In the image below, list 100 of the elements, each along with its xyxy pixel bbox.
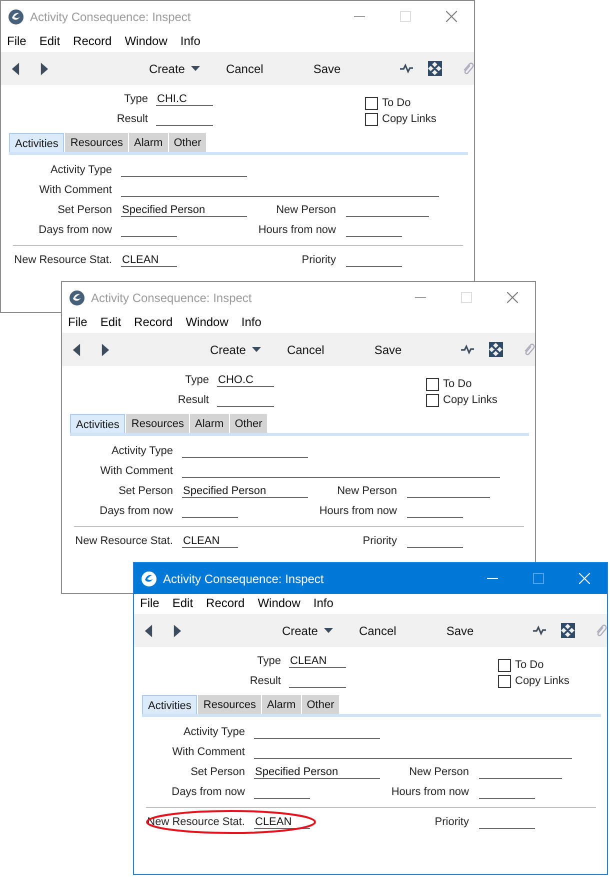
tab[interactable]: Alarm [190, 414, 229, 433]
tab[interactable]: Alarm [128, 133, 168, 152]
input-field[interactable]: Specified Person [121, 203, 247, 217]
checkbox[interactable] [426, 378, 439, 390]
checkbox[interactable] [498, 658, 511, 672]
checkbox-label: Copy Links [515, 675, 570, 687]
expand-icon[interactable] [428, 61, 442, 76]
checkbox[interactable] [426, 394, 439, 406]
checkbox-label: Copy Links [443, 394, 498, 406]
pulse-icon[interactable] [532, 623, 546, 638]
checkbox[interactable] [498, 674, 511, 688]
maximize-icon [532, 573, 544, 584]
field-label: With Comment [99, 465, 174, 477]
menu-item[interactable]: Edit [172, 596, 194, 612]
input-field[interactable]: CHI.C [156, 92, 213, 106]
caret-icon [190, 66, 200, 71]
menu-item[interactable]: Record [206, 596, 245, 612]
caret-icon [324, 628, 333, 633]
input-field[interactable]: CLEAN [121, 253, 177, 267]
field-label: Set Person [56, 204, 113, 216]
pulse-icon[interactable] [460, 342, 474, 357]
previous-button[interactable] [72, 342, 81, 356]
field-label: With Comment [171, 746, 246, 758]
field-label: New Resource Stat. [74, 535, 174, 547]
tab[interactable]: Activities [70, 414, 126, 433]
create-button[interactable]: Create [278, 622, 336, 640]
field-label: Type [256, 655, 282, 667]
tab[interactable]: Other [168, 133, 206, 152]
field-label: Priority [434, 816, 470, 828]
menu-item[interactable]: Window [186, 315, 228, 331]
field-label: Type [184, 374, 210, 386]
maximize-icon [400, 11, 410, 22]
previous-button[interactable] [144, 624, 153, 638]
field-label: Activity Type [110, 445, 174, 457]
maximize-icon [460, 292, 472, 303]
input-field[interactable]: CLEAN [182, 534, 238, 548]
checkbox-label: To Do [515, 659, 544, 671]
previous-button[interactable] [11, 62, 20, 76]
menu-item[interactable]: Info [313, 596, 334, 612]
tab[interactable]: Other [230, 414, 268, 433]
menu-item[interactable]: Info [180, 34, 200, 50]
field-label: Result [116, 113, 149, 125]
close-icon [578, 573, 590, 584]
window-title: Activity Consequence: Inspect [91, 290, 253, 304]
next-button[interactable] [172, 624, 182, 638]
tab[interactable]: Alarm [262, 695, 301, 714]
tab[interactable]: Resources [126, 414, 189, 433]
field-label: Type [123, 93, 149, 105]
close-icon [446, 11, 456, 22]
checkbox-label: Copy Links [382, 113, 436, 125]
checkbox[interactable] [365, 96, 378, 110]
expand-icon[interactable] [489, 342, 503, 357]
field-label: Set Person [118, 485, 174, 497]
window-title: Activity Consequence: Inspect [163, 572, 325, 586]
menu-item[interactable]: Record [134, 315, 173, 331]
input-field[interactable]: Specified Person [182, 484, 308, 498]
field-label: New Person [275, 204, 337, 216]
expand-icon[interactable] [561, 623, 575, 638]
cancel-button[interactable]: Cancel [222, 60, 266, 78]
checkbox-label: To Do [382, 97, 411, 109]
field-label: Priority [362, 535, 398, 547]
menu-item[interactable]: Edit [39, 34, 60, 50]
field-label: New Person [408, 766, 470, 778]
menu-item[interactable]: File [68, 315, 88, 331]
cancel-button[interactable]: Cancel [356, 622, 400, 640]
tab[interactable]: Activities [9, 133, 64, 152]
create-button[interactable]: Create [206, 340, 264, 358]
save-button[interactable]: Save [371, 340, 405, 358]
close-icon [506, 292, 518, 303]
menu-item[interactable]: Edit [100, 315, 122, 331]
pulse-icon[interactable] [400, 61, 414, 76]
field-label: Days from now [170, 786, 246, 798]
field-label: Hours from now [390, 786, 470, 798]
cancel-button[interactable]: Cancel [284, 340, 328, 358]
input-field[interactable]: CLEAN [254, 815, 310, 829]
tab[interactable]: Activities [142, 695, 198, 714]
menu-item[interactable]: Info [241, 315, 262, 331]
menu-item[interactable]: Record [73, 34, 112, 50]
field-label: Activity Type [49, 164, 113, 176]
menu-item[interactable]: Window [124, 34, 168, 50]
save-button[interactable]: Save [443, 622, 477, 640]
menu-item[interactable]: Window [258, 596, 300, 612]
logo-icon [8, 8, 24, 24]
tab[interactable]: Resources [65, 133, 128, 152]
next-button[interactable] [40, 62, 49, 76]
input-field[interactable]: CLEAN [289, 654, 346, 668]
next-button[interactable] [100, 342, 110, 356]
input-field[interactable]: Specified Person [254, 765, 380, 779]
field-label: New Resource Stat. [13, 254, 113, 266]
menu-item[interactable]: File [140, 596, 160, 612]
tab[interactable]: Resources [198, 695, 261, 714]
input-field[interactable]: CHO.C [217, 373, 274, 387]
tab[interactable]: Other [302, 695, 340, 714]
checkbox[interactable] [365, 112, 378, 126]
field-label: Days from now [98, 505, 174, 517]
menu-item[interactable]: File [7, 34, 26, 50]
create-button[interactable]: Create [146, 60, 203, 78]
field-label: Days from now [38, 224, 113, 236]
save-button[interactable]: Save [310, 60, 344, 78]
field-label: Result [176, 394, 210, 406]
